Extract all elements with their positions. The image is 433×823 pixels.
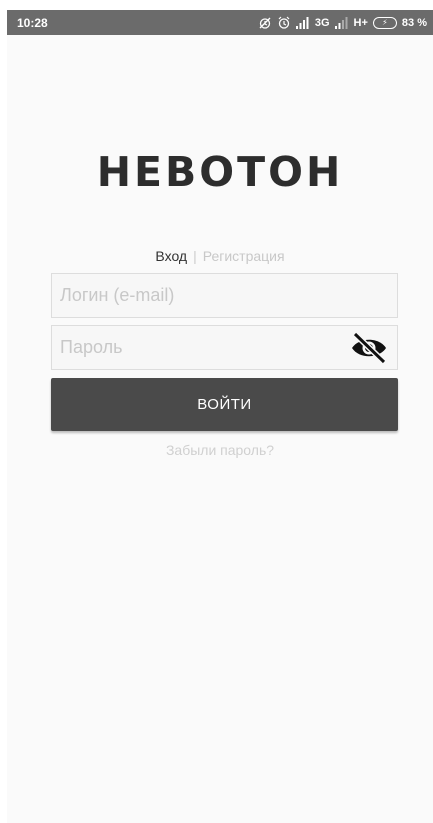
eye-off-icon[interactable] [349,331,389,365]
tab-separator: | [193,248,197,264]
signal-icon [295,16,310,29]
password-field [51,325,398,370]
login-input[interactable] [60,285,389,306]
tab-login[interactable]: Вход [155,248,187,264]
network-3g-label: 3G [314,16,330,29]
status-icons: 3G H+ ⚡ 83 % [258,16,427,30]
status-bar: 10:28 3G H+ ⚡ 83 % [7,10,433,35]
forgot-password-link[interactable]: Забыли пароль? [7,442,433,458]
network-hplus-label: H+ [353,16,368,29]
alarm-off-icon [258,16,272,30]
signal-icon [334,16,349,29]
auth-tabs: Вход | Регистрация [7,248,433,264]
login-submit-button[interactable]: ВОЙТИ [51,378,398,431]
tab-register[interactable]: Регистрация [203,248,285,264]
logo: НЕВОТОН [96,148,344,196]
password-input[interactable] [60,337,349,358]
alarm-icon [277,16,291,30]
app-screen: 10:28 3G H+ ⚡ 83 % НЕВОТОН Вход | Регист… [7,10,433,823]
battery-charging-icon: ⚡ [372,16,397,29]
status-time: 10:28 [17,15,48,30]
login-field [51,273,398,318]
battery-level: 83 % [401,16,427,29]
